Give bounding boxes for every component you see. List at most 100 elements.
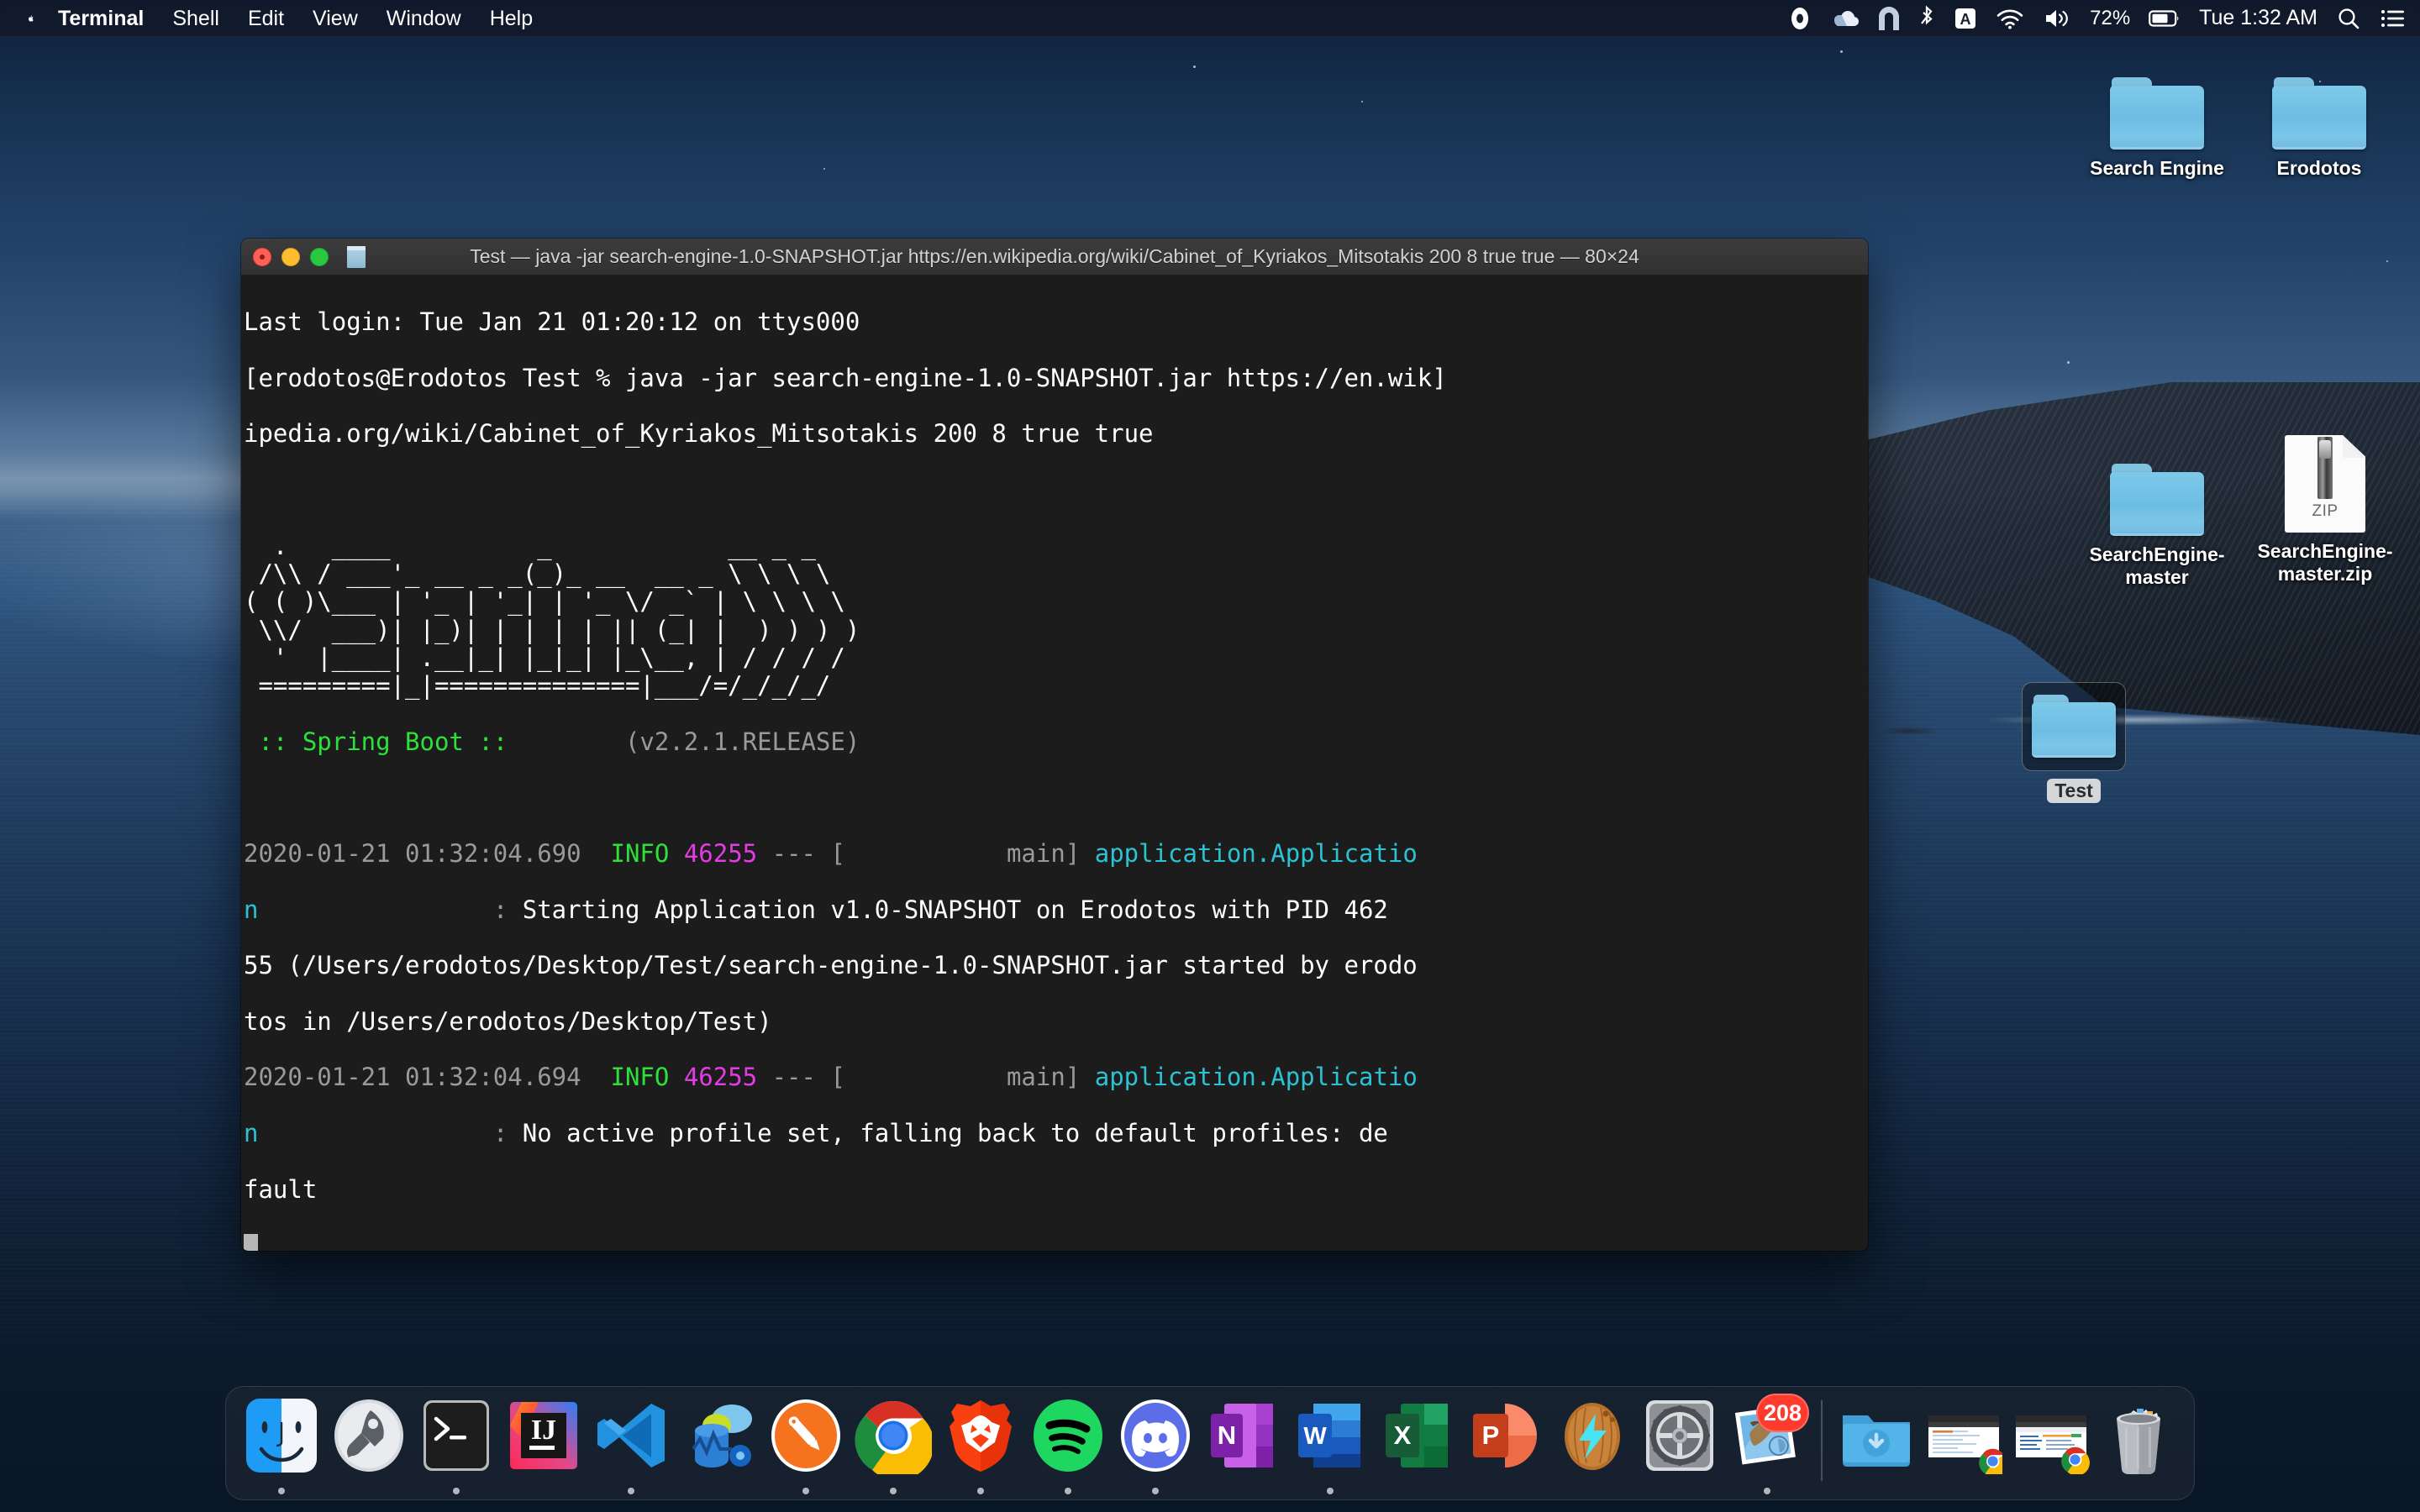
log-colon: :	[258, 1118, 523, 1147]
menu-bar: Terminal Shell Edit View Window Help A 7…	[0, 0, 2420, 37]
dock-item-vscode[interactable]	[587, 1395, 675, 1501]
mail-unread-badge: 208	[1755, 1394, 1809, 1432]
dock-item-word[interactable]: W	[1286, 1395, 1374, 1501]
log-line-1-wrap-1: 55 (/Users/erodotos/Desktop/Test/search-…	[241, 951, 1868, 979]
log-message: No active profile set, falling back to d…	[522, 1118, 1388, 1147]
volume-icon[interactable]	[2043, 7, 2071, 30]
dock-item-coconut-battery[interactable]	[1549, 1395, 1636, 1501]
spring-boot-name: :: Spring Boot ::	[244, 727, 523, 756]
minimize-button[interactable]	[281, 247, 300, 266]
log-timestamp: 2020-01-21 01:32:04.694	[244, 1063, 581, 1092]
last-login-text: Last login: Tue Jan 21 01:20:12 on ttys0…	[244, 307, 860, 337]
apple-logo-icon[interactable]	[18, 3, 44, 34]
log-message-wrap: tos in /Users/erodotos/Desktop/Test)	[244, 1006, 772, 1036]
intellij-idea-icon: IJ	[505, 1397, 582, 1474]
running-indicator	[1152, 1488, 1159, 1494]
bluetooth-icon[interactable]	[1918, 5, 1935, 32]
folder-icon	[2103, 444, 2211, 536]
prompt-text-1: [erodotos@Erodotos Test % java -jar sear…	[244, 363, 1447, 392]
trash-full-icon	[2100, 1397, 2177, 1474]
dock-item-finder[interactable]	[238, 1395, 325, 1501]
close-button[interactable]	[253, 247, 271, 266]
spotlight-search-icon[interactable]	[2336, 6, 2361, 31]
dock-item-intellij-idea[interactable]: IJ	[500, 1395, 587, 1501]
discord-icon	[1117, 1397, 1194, 1474]
dock-item-chrome[interactable]	[850, 1395, 937, 1501]
vscode-icon	[592, 1397, 670, 1474]
coconut-battery-icon	[1554, 1397, 1631, 1474]
running-indicator	[278, 1488, 285, 1494]
menu-item-window[interactable]: Window	[372, 0, 476, 37]
onedrive-cloud-icon[interactable]	[1831, 8, 1860, 29]
star	[1840, 50, 1843, 53]
terminal-prompt-line-2: ipedia.org/wiki/Cabinet_of_Kyriakos_Mits…	[241, 420, 1868, 448]
dock-item-downloads-stack[interactable]	[1833, 1395, 1920, 1501]
log-line-2-body: n : No active profile set, falling back …	[241, 1118, 1868, 1147]
dock-item-system-preferences[interactable]	[1636, 1395, 1723, 1501]
wifi-icon[interactable]	[1996, 8, 2024, 29]
desktop-icon-test[interactable]: Test	[1994, 682, 2154, 803]
dock-item-terminal[interactable]	[413, 1395, 500, 1501]
dock-item-onenote[interactable]: N	[1199, 1395, 1286, 1501]
terminal-last-login-line: Last login: Tue Jan 21 01:20:12 on ttys0…	[241, 308, 1868, 336]
dock-item-excel[interactable]: X	[1374, 1395, 1461, 1501]
dock-item-minimized-chrome-1[interactable]	[1920, 1395, 2007, 1501]
log-logger: application.Applicatio	[1080, 1063, 1418, 1092]
log-bracket: [	[830, 838, 845, 868]
folder-icon	[2265, 57, 2373, 150]
running-indicator	[1065, 1488, 1071, 1494]
dock-item-discord[interactable]	[1112, 1395, 1199, 1501]
desktop-icon-searchengine-master-zip[interactable]: ZIP SearchEngine-master.zip	[2245, 427, 2405, 585]
zip-file-icon: ZIP	[2271, 427, 2379, 533]
system-preferences-icon	[1641, 1397, 1718, 1474]
menu-item-view[interactable]: View	[298, 0, 372, 37]
spring-boot-version: (v2.2.1.RELEASE)	[522, 727, 860, 756]
dock: IJ N W X P 208	[225, 1386, 2195, 1500]
terminal-window[interactable]: Test — java -jar search-engine-1.0-SNAPS…	[241, 239, 1868, 1251]
dock-item-mail[interactable]: 208	[1723, 1394, 1811, 1501]
menu-item-help[interactable]: Help	[476, 0, 547, 37]
dock-item-brave[interactable]	[937, 1395, 1024, 1501]
log-timestamp: 2020-01-21 01:32:04.690	[244, 838, 581, 868]
dock-item-powerpoint[interactable]: P	[1461, 1395, 1549, 1501]
log-separator: ---	[771, 838, 816, 868]
control-center-icon[interactable]	[2380, 7, 2407, 30]
battery-icon[interactable]	[2149, 8, 2181, 29]
running-indicator	[1327, 1488, 1334, 1494]
log-line-1-body: n : Starting Application v1.0-SNAPSHOT o…	[241, 895, 1868, 924]
dock-item-postman[interactable]	[762, 1395, 850, 1501]
log-line-2-wrap-1: fault	[241, 1175, 1868, 1204]
terminal-blank-1	[241, 476, 1868, 504]
menu-item-terminal[interactable]: Terminal	[44, 0, 158, 37]
menu-bar-clock[interactable]: Tue 1:32 AM	[2199, 6, 2317, 30]
record-icon[interactable]	[1787, 6, 1812, 31]
terminal-content[interactable]: Last login: Tue Jan 21 01:20:12 on ttys0…	[241, 276, 1868, 1251]
log-colon: :	[258, 895, 523, 924]
dock-item-launchpad[interactable]	[325, 1395, 413, 1501]
desktop-icon-search-engine[interactable]: Search Engine	[2077, 57, 2237, 180]
desktop-icon-erodotos[interactable]: Erodotos	[2239, 57, 2399, 180]
desktop-icon-searchengine-master[interactable]: SearchEngine-master	[2077, 444, 2237, 588]
keyboard-input-A-icon[interactable]: A	[1954, 6, 1977, 31]
menu-item-shell[interactable]: Shell	[158, 0, 234, 37]
finder-icon	[243, 1397, 320, 1474]
star	[2067, 361, 2070, 364]
terminal-title-bar[interactable]: Test — java -jar search-engine-1.0-SNAPS…	[241, 239, 1868, 276]
svg-text:N: N	[1218, 1420, 1236, 1450]
dock-item-azure-data-studio[interactable]	[675, 1395, 762, 1501]
log-logger-cont: n	[244, 1118, 259, 1147]
terminal-prompt-line-1: [erodotos@Erodotos Test % java -jar sear…	[241, 363, 1868, 392]
terminal-cursor-line	[241, 1231, 1868, 1251]
svg-text:P: P	[1482, 1420, 1500, 1450]
dock-item-minimized-chrome-2[interactable]	[2007, 1395, 2095, 1501]
terminal-cursor	[244, 1234, 258, 1251]
dock-item-spotify[interactable]	[1024, 1395, 1112, 1501]
zoom-button[interactable]	[310, 247, 329, 266]
spring-boot-banner-ascii: . ____ _ __ _ _ /\\ / ___'_ __ _ _(_)_ _…	[244, 531, 860, 701]
log-line-2-head: 2020-01-21 01:32:04.694 INFO 46255 --- […	[241, 1063, 1868, 1091]
menu-item-edit[interactable]: Edit	[234, 0, 298, 37]
arc-browser-icon[interactable]	[1878, 6, 1900, 31]
mail-icon: 208	[1728, 1394, 1809, 1474]
star	[1193, 66, 1196, 68]
dock-item-trash[interactable]	[2095, 1395, 2182, 1501]
